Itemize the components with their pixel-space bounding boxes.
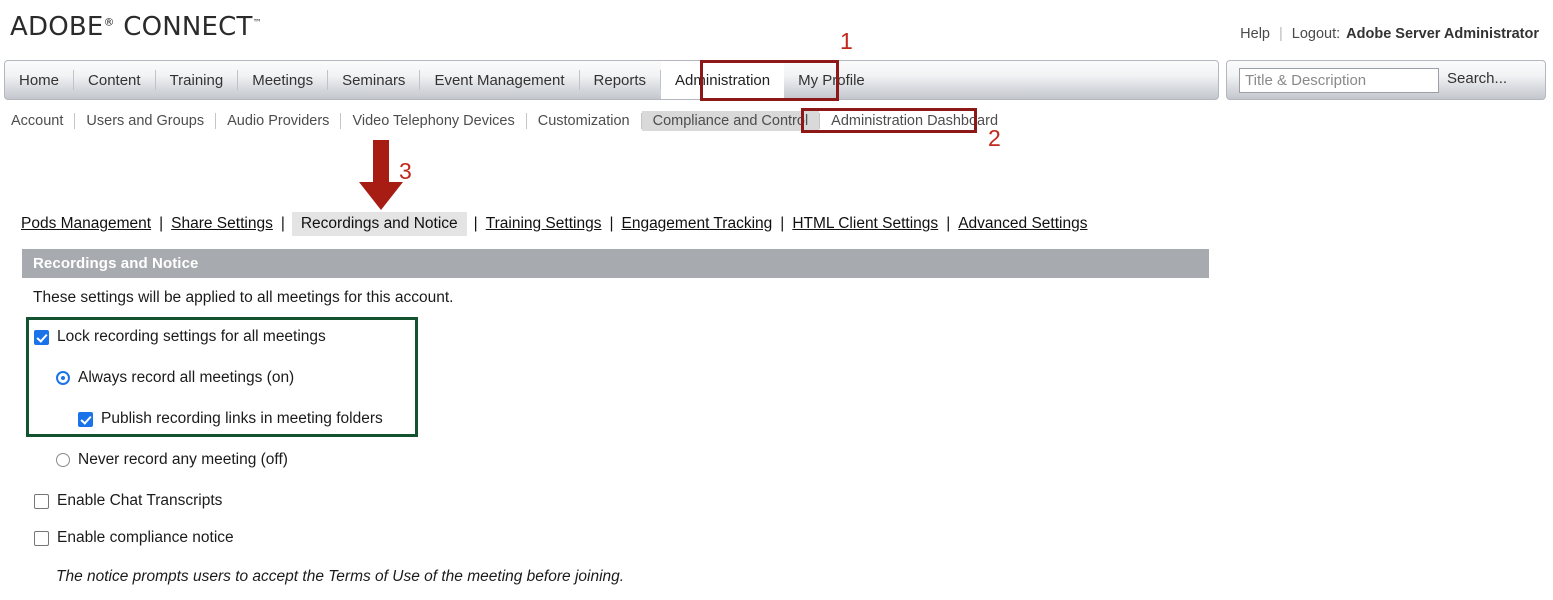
tab-link-separator: |	[946, 215, 951, 232]
checkbox-publish-recording-links[interactable]	[78, 411, 93, 427]
tab-link-engagement-tracking[interactable]: Engagement Tracking	[620, 213, 773, 235]
search-input[interactable]	[1239, 68, 1439, 93]
subnav-item-users-and-groups[interactable]: Users and Groups	[75, 111, 215, 131]
tab-link-share-settings[interactable]: Share Settings	[170, 213, 274, 235]
label-always-record-all-meetings: Always record all meetings (on)	[78, 369, 295, 386]
tab-link-training-settings[interactable]: Training Settings	[485, 213, 603, 235]
nav-item-event-management[interactable]: Event Management	[420, 61, 578, 99]
subnav-item-account[interactable]: Account	[0, 111, 74, 131]
label-enable-chat-transcripts: Enable Chat Transcripts	[57, 492, 223, 509]
adobe-connect-logo: ADOBE® CONNECT™	[10, 12, 262, 42]
option-always-record-all-meetings[interactable]: Always record all meetings (on)	[56, 369, 294, 387]
main-navigation: Home Content Training Meetings Seminars …	[4, 60, 1549, 100]
nav-item-home[interactable]: Home	[5, 61, 73, 99]
nav-item-my-profile[interactable]: My Profile	[784, 61, 879, 99]
tab-link-advanced-settings[interactable]: Advanced Settings	[957, 213, 1088, 235]
option-lock-recording-settings[interactable]: Lock recording settings for all meetings	[34, 328, 326, 346]
tab-link-separator: |	[473, 215, 478, 232]
tab-link-separator: |	[609, 215, 614, 232]
registered-trademark-icon: ®	[103, 15, 115, 29]
main-nav-bar: Home Content Training Meetings Seminars …	[4, 60, 1219, 100]
nav-item-content[interactable]: Content	[74, 61, 155, 99]
compliance-notice-hint: The notice prompts users to accept the T…	[56, 568, 625, 585]
radio-never-record-any-meeting[interactable]	[56, 453, 70, 467]
nav-item-reports[interactable]: Reports	[580, 61, 661, 99]
checkbox-enable-chat-transcripts[interactable]	[34, 493, 49, 509]
logo-connect-text: CONNECT	[114, 12, 253, 42]
section-header-recordings-and-notice: Recordings and Notice	[22, 249, 1209, 278]
option-enable-compliance-notice[interactable]: Enable compliance notice	[34, 529, 234, 547]
subnav-item-audio-providers[interactable]: Audio Providers	[216, 111, 340, 131]
label-lock-recording-settings: Lock recording settings for all meetings	[57, 328, 326, 345]
nav-item-meetings[interactable]: Meetings	[238, 61, 327, 99]
annotation-number-3: 3	[399, 158, 412, 184]
subnav-item-customization[interactable]: Customization	[527, 111, 641, 131]
logo-adobe-text: ADOBE	[10, 12, 104, 42]
logout-link[interactable]: Logout:	[1292, 26, 1340, 42]
option-publish-recording-links[interactable]: Publish recording links in meeting folde…	[78, 410, 383, 428]
nav-item-seminars[interactable]: Seminars	[328, 61, 419, 99]
subnav-item-compliance-and-control[interactable]: Compliance and Control	[641, 111, 820, 131]
tab-link-html-client-settings[interactable]: HTML Client Settings	[791, 213, 939, 235]
label-enable-compliance-notice: Enable compliance notice	[57, 529, 234, 546]
option-never-record-any-meeting[interactable]: Never record any meeting (off)	[56, 451, 288, 469]
checkbox-enable-compliance-notice[interactable]	[34, 530, 49, 546]
trademark-icon: ™	[252, 18, 262, 29]
nav-item-training[interactable]: Training	[156, 61, 238, 99]
option-enable-chat-transcripts[interactable]: Enable Chat Transcripts	[34, 492, 222, 510]
tab-link-recordings-and-notice[interactable]: Recordings and Notice	[291, 212, 467, 236]
account-links-divider: |	[1278, 26, 1283, 42]
annotation-arrow-down-icon	[359, 140, 403, 210]
tab-link-pods-management[interactable]: Pods Management	[20, 213, 152, 235]
section-intro-text: These settings will be applied to all me…	[33, 289, 454, 306]
current-user-name: Adobe Server Administrator	[1346, 26, 1539, 42]
subnav-item-video-telephony-devices[interactable]: Video Telephony Devices	[341, 111, 525, 131]
top-bar: ADOBE® CONNECT™ Help | Logout: Adobe Server…	[0, 0, 1553, 58]
checkbox-lock-recording-settings[interactable]	[34, 329, 49, 345]
label-publish-recording-links: Publish recording links in meeting folde…	[101, 410, 383, 427]
tab-link-separator: |	[780, 215, 785, 232]
label-never-record-any-meeting: Never record any meeting (off)	[78, 451, 288, 468]
tab-link-separator: |	[280, 215, 285, 232]
settings-tab-links: Pods Management | Share Settings | Recor…	[20, 212, 1088, 236]
sub-navigation: Account Users and Groups Audio Providers…	[0, 108, 1553, 134]
main-nav-items: Home Content Training Meetings Seminars …	[5, 61, 879, 99]
account-links: Help | Logout: Adobe Server Administrator	[1240, 26, 1539, 42]
tab-link-separator: |	[159, 215, 164, 232]
search-button[interactable]: Search...	[1447, 70, 1507, 87]
search-panel: Search...	[1226, 60, 1546, 100]
adobe-connect-admin-page: ADOBE® CONNECT™ Help | Logout: Adobe Server…	[0, 0, 1553, 600]
nav-item-administration[interactable]: Administration	[661, 61, 785, 99]
subnav-item-administration-dashboard[interactable]: Administration Dashboard	[820, 111, 1009, 131]
help-link[interactable]: Help	[1240, 26, 1270, 42]
radio-always-record-all-meetings[interactable]	[56, 371, 70, 385]
